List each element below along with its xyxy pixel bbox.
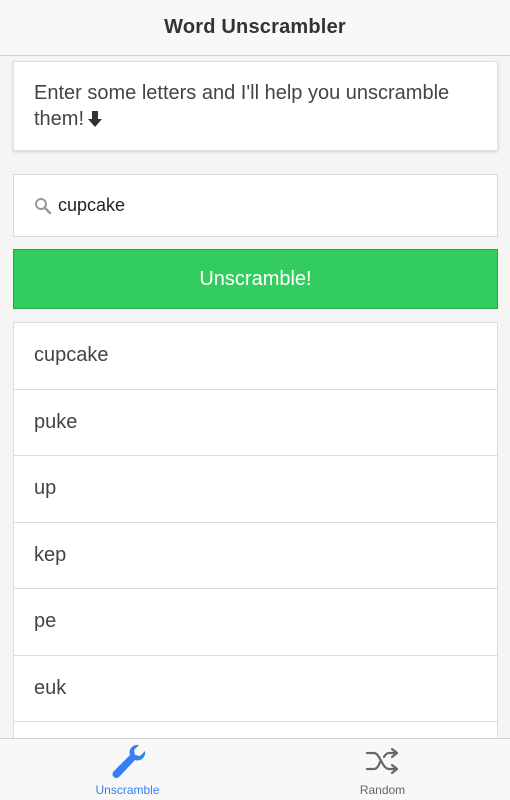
unscramble-button[interactable]: Unscramble! bbox=[13, 249, 498, 309]
tab-unscramble[interactable]: Unscramble bbox=[0, 739, 255, 800]
list-item[interactable]: cupcake bbox=[13, 322, 498, 390]
search-input[interactable] bbox=[58, 190, 478, 221]
tab-label: Random bbox=[359, 783, 406, 797]
tab-bar: Unscramble Random bbox=[0, 738, 510, 800]
list-item[interactable]: puke bbox=[13, 388, 498, 456]
list-item[interactable]: up bbox=[13, 455, 498, 523]
list-item[interactable]: kep bbox=[13, 521, 498, 589]
page-title: Word Unscrambler bbox=[164, 16, 346, 38]
search-icon bbox=[34, 197, 52, 215]
tab-label: Unscramble bbox=[95, 783, 160, 797]
shuffle-icon bbox=[363, 741, 403, 781]
intro-card: Enter some letters and I'll help you uns… bbox=[13, 61, 498, 151]
wrench-icon bbox=[108, 741, 148, 781]
main-content[interactable]: Enter some letters and I'll help you uns… bbox=[0, 56, 510, 738]
list-item[interactable]: pec bbox=[13, 721, 498, 738]
list-item[interactable]: pe bbox=[13, 588, 498, 656]
arrow-down-icon bbox=[88, 108, 103, 134]
list-item[interactable]: euk bbox=[13, 654, 498, 722]
results-list: cupcake puke up kep pe euk pec bbox=[13, 322, 498, 738]
app-header: Word Unscrambler bbox=[0, 0, 510, 56]
search-field[interactable] bbox=[13, 174, 498, 237]
tab-random[interactable]: Random bbox=[255, 739, 510, 800]
